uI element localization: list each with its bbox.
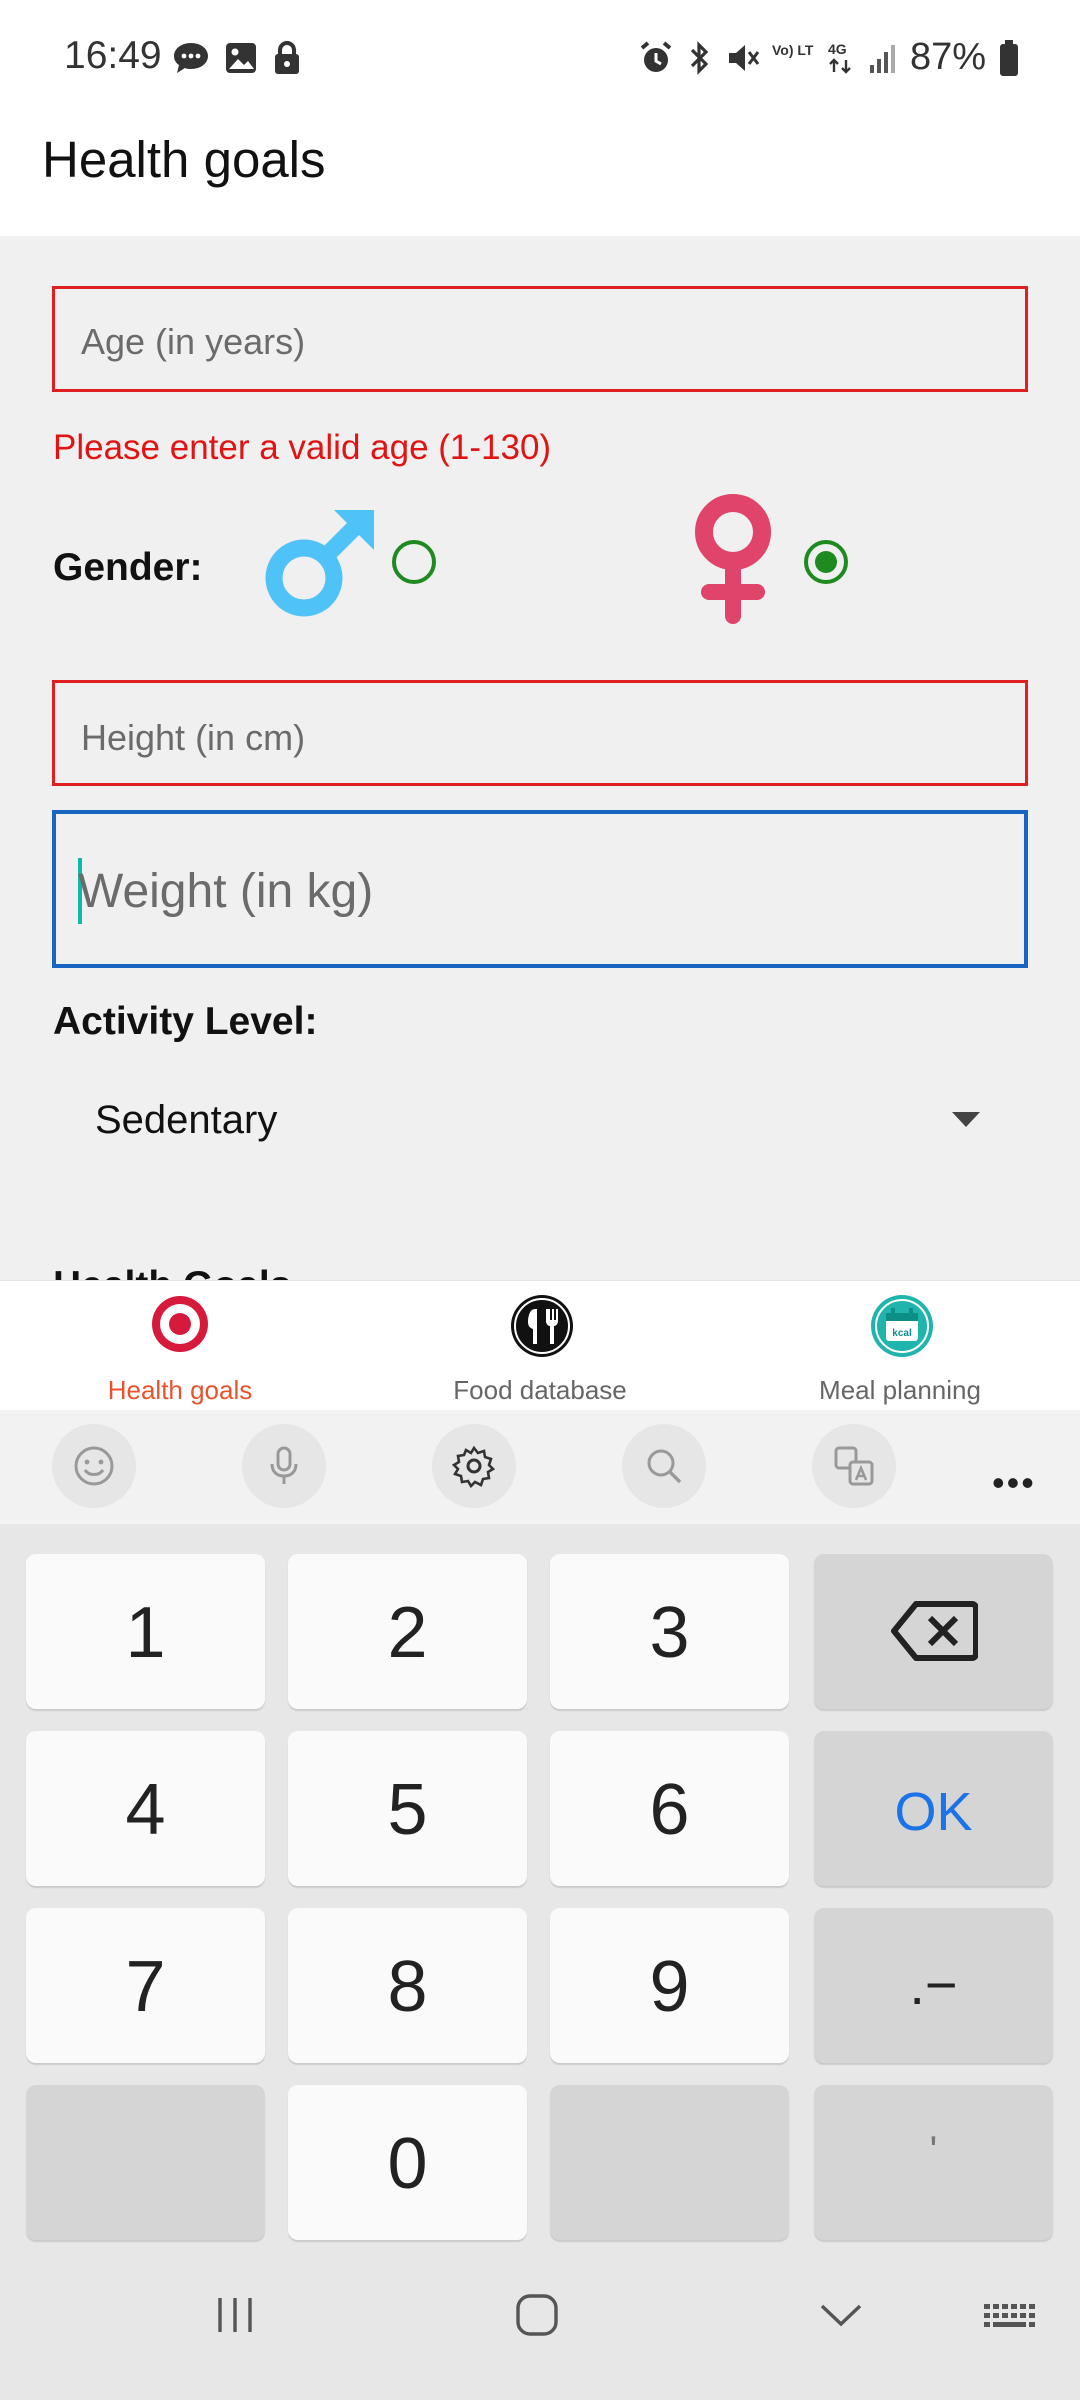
status-time: 16:49 <box>64 34 162 77</box>
key-7[interactable]: 7 <box>26 1908 265 2063</box>
apostrophe-label: ' <box>929 2129 938 2173</box>
age-input[interactable]: Age (in years) <box>52 286 1028 392</box>
ok-key[interactable]: OK <box>814 1731 1053 1886</box>
message-icon <box>174 43 208 73</box>
settings-icon <box>452 1445 496 1488</box>
nav-label-meal-planning: Meal planning <box>819 1375 981 1405</box>
key-8-label: 8 <box>387 1947 428 2027</box>
volte-icon: Vo) LTE1 <box>772 42 814 58</box>
decimal-minus-key[interactable]: .− <box>814 1908 1053 2063</box>
image-icon <box>226 43 256 73</box>
nav-label-food-database: Food database <box>453 1375 627 1405</box>
age-error-message: Please enter a valid age (1-130) <box>53 428 552 467</box>
ok-key-label: OK <box>894 1782 973 1842</box>
hide-keyboard-icon[interactable] <box>816 2292 866 2338</box>
translate-button[interactable] <box>812 1424 896 1508</box>
male-radio[interactable] <box>392 540 436 584</box>
mute-icon <box>728 44 760 71</box>
microphone-icon <box>270 1446 298 1484</box>
key-6-label: 6 <box>649 1770 690 1850</box>
nav-label-health-goals: Health goals <box>107 1375 253 1405</box>
gender-label: Gender: <box>53 546 203 589</box>
nav-health-goals[interactable]: Health goals <box>0 1281 360 1411</box>
battery-percent: 87% <box>909 36 986 78</box>
battery-icon <box>1000 39 1018 76</box>
key-5[interactable]: 5 <box>288 1731 527 1886</box>
kcal-text: kcal <box>892 1328 912 1339</box>
weight-input[interactable]: Weight (in kg) <box>52 810 1028 968</box>
home-icon[interactable] <box>514 2292 560 2338</box>
female-radio[interactable] <box>804 540 848 584</box>
height-input[interactable]: Height (in cm) <box>52 680 1028 786</box>
key-1[interactable]: 1 <box>26 1554 265 1709</box>
more-icon[interactable]: ••• <box>992 1462 1036 1504</box>
search-button[interactable] <box>622 1424 706 1508</box>
key-8[interactable]: 8 <box>288 1908 527 2063</box>
health-goals-form: Age (in years) Please enter a valid age … <box>0 236 1080 1280</box>
keyboard-switch-icon[interactable] <box>982 2292 1036 2338</box>
decimal-minus-label: .− <box>909 1953 958 2016</box>
key-0[interactable]: 0 <box>288 2085 527 2240</box>
female-icon[interactable] <box>693 494 773 630</box>
system-navigation-bar <box>0 2248 1080 2400</box>
key-1-label: 1 <box>125 1593 166 1673</box>
activity-level-value: Sedentary <box>95 1098 278 1142</box>
key-9-label: 9 <box>649 1947 690 2027</box>
keyboard-settings-button[interactable] <box>432 1424 516 1508</box>
emoji-icon <box>74 1446 114 1486</box>
translate-icon <box>834 1446 874 1486</box>
male-icon[interactable] <box>262 504 380 622</box>
backspace-icon <box>891 1601 978 1661</box>
weight-placeholder: Weight (in kg) <box>78 865 374 918</box>
emoji-button[interactable] <box>52 1424 136 1508</box>
dropdown-arrow-icon <box>952 1112 980 1127</box>
bluetooth-icon <box>690 40 709 75</box>
recent-apps-icon[interactable] <box>212 2292 258 2338</box>
key-9[interactable]: 9 <box>550 1908 789 2063</box>
target-icon <box>152 1296 208 1352</box>
activity-level-label: Activity Level: <box>53 1000 318 1043</box>
status-right-icons: Vo) LTE1 4G 87% <box>638 36 1020 79</box>
alarm-icon <box>640 40 672 72</box>
calendar-kcal-icon: kcal <box>871 1295 933 1357</box>
key-4[interactable]: 4 <box>26 1731 265 1886</box>
key-4-label: 4 <box>125 1770 166 1850</box>
key-0-label: 0 <box>387 2124 428 2204</box>
status-left-icons <box>172 40 302 76</box>
4g-icon: 4G <box>828 41 851 74</box>
keyboard-toolbar: ••• <box>0 1410 1080 1524</box>
signal-icon <box>869 44 895 73</box>
key-2[interactable]: 2 <box>288 1554 527 1709</box>
height-placeholder: Height (in cm) <box>81 717 306 758</box>
key-3[interactable]: 3 <box>550 1554 789 1709</box>
blank-key-left <box>26 2085 265 2240</box>
age-placeholder: Age (in years) <box>81 321 306 362</box>
key-6[interactable]: 6 <box>550 1731 789 1886</box>
activity-level-dropdown[interactable]: Sedentary <box>52 1068 1028 1178</box>
status-bar: 16:49 Vo) LTE1 4G 87% <box>0 0 1080 118</box>
key-3-label: 3 <box>649 1593 690 1673</box>
blank-key-right <box>550 2085 789 2240</box>
page-title: Health goals <box>42 131 326 188</box>
search-icon <box>647 1449 682 1484</box>
nav-meal-planning[interactable]: kcal Meal planning <box>720 1281 1080 1411</box>
key-7-label: 7 <box>125 1947 166 2027</box>
key-5-label: 5 <box>387 1770 428 1850</box>
apostrophe-key[interactable]: ' <box>814 2085 1053 2240</box>
backspace-key[interactable] <box>814 1554 1053 1709</box>
volte-text: Vo) LTE1 <box>772 42 814 58</box>
bottom-navigation: Health goals Food database kcal Meal pla… <box>0 1280 1080 1410</box>
key-2-label: 2 <box>387 1593 428 1673</box>
voice-input-button[interactable] <box>242 1424 326 1508</box>
cutlery-icon <box>511 1295 573 1357</box>
nav-food-database[interactable]: Food database <box>360 1281 720 1411</box>
numeric-keyboard: 1 2 3 4 5 6 OK 7 8 9 .− 0 ' <box>0 1524 1080 2248</box>
network-text: 4G <box>828 41 847 57</box>
health-goals-heading: Health Goals <box>53 1264 291 1280</box>
lock-icon <box>275 41 299 74</box>
